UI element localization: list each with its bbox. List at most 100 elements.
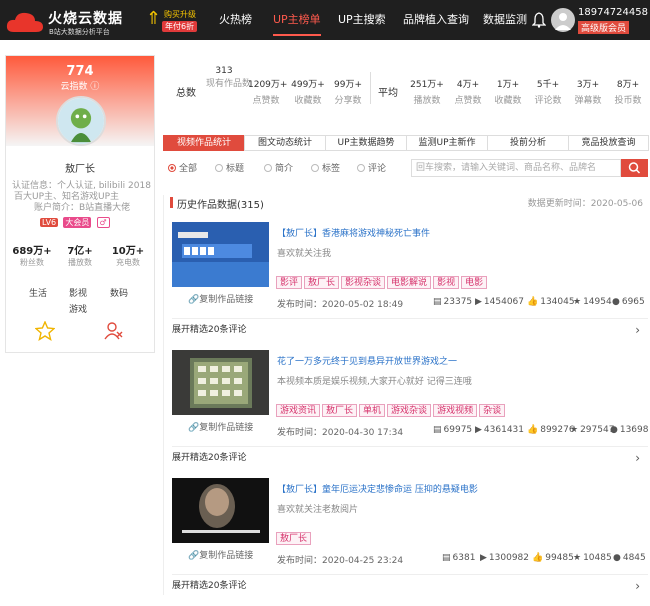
list-title: 历史作品数据(315) xyxy=(177,200,264,211)
help-icon[interactable]: ⓘ xyxy=(88,82,99,92)
cloud-logo-icon xyxy=(6,12,43,32)
expand-comments[interactable]: 展开精选20条评论 › xyxy=(172,574,648,594)
nav-data-monitor[interactable]: 数据监测 xyxy=(483,0,527,40)
like-icon: 👍 xyxy=(527,297,539,307)
filter-comment[interactable]: 评论 xyxy=(357,161,386,174)
vip-member-badge: 大会员 xyxy=(63,217,92,228)
video-title[interactable]: 【敖厂长】童年厄运决定悲惨命运 压抑的悬疑电影 xyxy=(277,482,478,495)
filter-tag[interactable]: 标签 xyxy=(311,161,340,174)
publish-time: 发布时间：2020-04-30 17:34 xyxy=(277,428,404,438)
follow-user-icon[interactable] xyxy=(103,321,123,341)
metric-plays: ▶ 4361431 xyxy=(475,425,525,435)
upgrade-promo[interactable]: ⇑ 购买升级 年付6折 xyxy=(146,8,198,34)
upgrade-arrow-icon: ⇑ xyxy=(146,8,162,29)
top-navbar: 火烧云数据 B站大数据分析平台 ⇑ 购买升级 年付6折 火热榜 UP主榜单 UP… xyxy=(0,0,650,40)
avg-plays: 251万+ 播放数 xyxy=(410,80,444,106)
tag[interactable]: 游戏杂谈 xyxy=(387,404,432,417)
total-favorites: 499万+ 收藏数 xyxy=(291,80,325,106)
metric-danmaku: ▤ 23375 xyxy=(433,297,473,307)
tag[interactable]: 敖厂长 xyxy=(304,276,340,289)
nav-up-ranking[interactable]: UP主榜单 xyxy=(273,0,321,40)
category-item: 生活 xyxy=(29,289,48,299)
category-item: 游戏 xyxy=(69,305,88,315)
tab-video-stats[interactable]: 视频作品统计 xyxy=(163,135,245,151)
video-title[interactable]: 【敖厂长】香港麻将游戏神秘死亡事件 xyxy=(277,226,430,239)
link-icon: 🔗 xyxy=(188,551,200,561)
video-thumbnail[interactable] xyxy=(172,222,269,287)
tag-list: 影评 敖厂长 影视杂谈 电影解说 影视 电影 xyxy=(276,276,489,289)
filter-all[interactable]: 全部 xyxy=(168,161,197,174)
star-icon: ★ xyxy=(573,553,582,563)
link-icon: 🔗 xyxy=(188,423,200,433)
thumbnail-image xyxy=(172,350,269,415)
tag[interactable]: 影评 xyxy=(276,276,303,289)
copy-link-button[interactable]: 🔗复制作品链接 xyxy=(188,548,253,561)
filter-title[interactable]: 标题 xyxy=(215,161,244,174)
nav-hot-list[interactable]: 火热榜 xyxy=(219,0,252,40)
tag[interactable]: 游戏资讯 xyxy=(276,404,321,417)
danmaku-icon: ▤ xyxy=(433,297,442,307)
star-icon: ★ xyxy=(570,425,579,435)
expand-comments[interactable]: 展开精选20条评论 › xyxy=(172,318,648,338)
total-label: 总数 xyxy=(176,88,196,99)
star-favorite-icon[interactable] xyxy=(35,321,55,341)
star-icon: ★ xyxy=(573,297,582,307)
tag[interactable]: 敖厂长 xyxy=(276,532,312,545)
promo-line2: 年付6折 xyxy=(162,21,198,32)
copy-link-button[interactable]: 🔗复制作品链接 xyxy=(188,292,253,305)
avg-favorites: 1万+ 收藏数 xyxy=(494,80,522,106)
video-thumbnail[interactable] xyxy=(172,350,269,415)
search-button[interactable] xyxy=(621,159,648,177)
metric-favorites: ★ 10485 xyxy=(573,553,612,563)
tag[interactable]: 电影 xyxy=(461,276,488,289)
thumbnail-image xyxy=(172,222,269,287)
video-thumbnail[interactable] xyxy=(172,478,269,543)
copy-link-button[interactable]: 🔗复制作品链接 xyxy=(188,420,253,433)
tag[interactable]: 游戏视频 xyxy=(433,404,478,417)
video-title[interactable]: 花了一万多元终于见到悬异开放世界游戏之一 xyxy=(277,354,457,367)
up-name: 敖厂长 xyxy=(65,164,95,175)
tab-up-trend[interactable]: UP主数据趋势 xyxy=(325,135,407,151)
comment-icon: ● xyxy=(610,425,618,435)
tag[interactable]: 敖厂长 xyxy=(322,404,358,417)
metric-plays: ▶ 1300982 xyxy=(480,553,530,563)
tag[interactable]: 影视杂谈 xyxy=(341,276,386,289)
expand-comments[interactable]: 展开精选20条评论 › xyxy=(172,446,648,466)
metric-danmaku: ▤ 69975 xyxy=(433,425,473,435)
user-avatar[interactable] xyxy=(551,8,575,32)
publish-time: 发布时间：2020-05-02 18:49 xyxy=(277,300,404,310)
avg-likes: 4万+ 点赞数 xyxy=(454,80,482,106)
video-desc: 喜欢就关注老敖阅片 xyxy=(277,505,359,515)
filter-intro[interactable]: 简介 xyxy=(264,161,293,174)
tag[interactable]: 单机 xyxy=(359,404,386,417)
tab-competitor[interactable]: 竞品投放查询 xyxy=(568,135,649,151)
tag[interactable]: 杂谈 xyxy=(479,404,506,417)
nav-brand-query[interactable]: 品牌植入查询 xyxy=(403,0,469,40)
stat-plays: 7亿+ 播放数 xyxy=(67,246,93,267)
divider xyxy=(163,195,164,595)
badge-row: LV6 大会员 ♂ xyxy=(40,217,112,228)
avg-danmaku: 3万+ 弹幕数 xyxy=(574,80,602,106)
tab-monitor-new[interactable]: 监测UP主新作 xyxy=(406,135,488,151)
tag[interactable]: 电影解说 xyxy=(387,276,432,289)
link-icon: 🔗 xyxy=(188,295,200,305)
tab-dynamic-stats[interactable]: 图文动态统计 xyxy=(244,135,326,151)
total-works: 313 现有作品数 xyxy=(206,66,252,89)
gender-badge: ♂ xyxy=(96,217,110,228)
list-item: 🔗复制作品链接 【敖厂长】香港麻将游戏神秘死亡事件 喜欢就关注我 影评 敖厂长 影视… xyxy=(170,222,648,350)
avg-coins: 8万+ 投币数 xyxy=(614,80,642,106)
tag[interactable]: 影视 xyxy=(433,276,460,289)
metric-favorites: ★ 14954 xyxy=(573,297,612,307)
bell-icon[interactable] xyxy=(532,12,546,28)
summary-stats: 总数 313 现有作品数 1209万+ 点赞数 499万+ 收藏数 99万+ 分享数 平… xyxy=(170,66,645,108)
average-label: 平均 xyxy=(378,88,398,99)
tab-pre-analysis[interactable]: 投前分析 xyxy=(487,135,569,151)
vip-badge[interactable]: 高级版会员 xyxy=(578,21,630,34)
tag-list: 敖厂长 xyxy=(276,532,313,545)
up-avatar xyxy=(56,96,106,146)
logo[interactable]: 火烧云数据 B站大数据分析平台 xyxy=(6,6,126,36)
nav-up-search[interactable]: UP主搜索 xyxy=(338,0,386,40)
logo-title: 火烧云数据 xyxy=(48,11,123,27)
metric-likes: 👍 134045 xyxy=(527,297,575,307)
search-input[interactable]: 回车搜索，请输入关键词、商品名称、品牌名 xyxy=(411,159,621,177)
